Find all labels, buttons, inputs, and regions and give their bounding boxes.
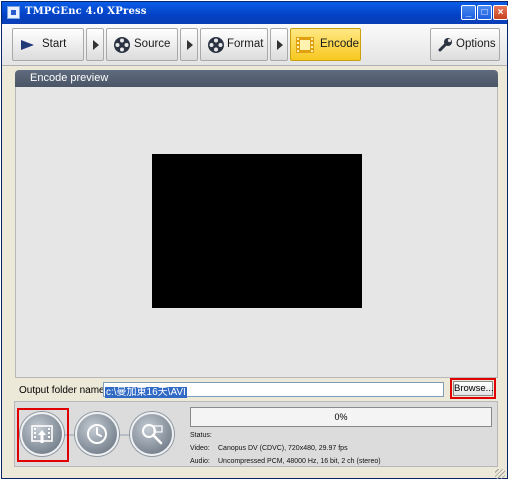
progress-percent: 0% (334, 412, 348, 422)
status-label: Status: (190, 432, 212, 439)
chevron-right-icon (187, 40, 193, 50)
clock-icon (87, 424, 107, 444)
audio-label: Audio: (190, 458, 210, 465)
audio-info: Uncompressed PCM, 48000 Hz, 16 bit, 2 ch… (218, 458, 381, 465)
source-label: Source (134, 38, 171, 50)
next-step-arrow-2[interactable] (180, 28, 198, 61)
encode-button-highlight (17, 408, 69, 462)
app-window: TMPGEnc 4.0 XPress _ □ × Start Source Fo… (1, 1, 508, 479)
start-button[interactable]: Start (12, 28, 84, 61)
minimize-button[interactable]: _ (461, 5, 476, 20)
output-folder-input[interactable]: c:\曼加東16天\AVI (103, 382, 444, 398)
film-reel-icon (114, 37, 130, 53)
options-button[interactable]: Options (430, 28, 500, 61)
play-arrow-icon (21, 40, 34, 50)
format-button[interactable]: Format (200, 28, 268, 61)
wrench-icon (438, 38, 452, 52)
search-film-icon (142, 424, 163, 445)
output-folder-label: Output folder name: (19, 385, 108, 396)
options-label: Options (456, 38, 496, 50)
next-step-arrow-3[interactable] (270, 28, 288, 61)
preview-search-button[interactable] (130, 412, 174, 456)
output-folder-value: c:\曼加東16天\AVI (105, 387, 187, 398)
maximize-button[interactable]: □ (477, 5, 492, 20)
timer-button[interactable] (75, 412, 119, 456)
video-preview-screen (152, 154, 362, 308)
title-bar[interactable]: TMPGEnc 4.0 XPress _ □ × (2, 2, 508, 24)
encode-progress-bar: 0% (190, 407, 492, 427)
encode-step-label: Encode (320, 38, 360, 50)
browse-highlight: Browse... (450, 378, 496, 399)
source-button[interactable]: Source (106, 28, 178, 61)
encode-step-button[interactable]: Encode (290, 28, 361, 61)
chevron-right-icon (93, 40, 99, 50)
resize-grip[interactable] (495, 469, 505, 479)
window-title: TMPGEnc 4.0 XPress (25, 6, 147, 17)
next-step-arrow-1[interactable] (86, 28, 104, 61)
chevron-right-icon (277, 40, 283, 50)
step-toolbar: Start Source Format Encode Options (2, 24, 507, 66)
browse-button[interactable]: Browse... (453, 381, 494, 396)
video-label: Video: (190, 445, 210, 452)
encode-preview-header: Encode preview (15, 70, 498, 87)
format-label: Format (227, 38, 264, 50)
video-info: Canopus DV (CDVC), 720x480, 29.97 fps (218, 445, 348, 452)
close-button[interactable]: × (493, 5, 508, 20)
film-reel-icon (208, 37, 224, 53)
film-strip-icon (296, 37, 314, 53)
start-label: Start (42, 38, 67, 50)
app-icon (7, 6, 20, 19)
